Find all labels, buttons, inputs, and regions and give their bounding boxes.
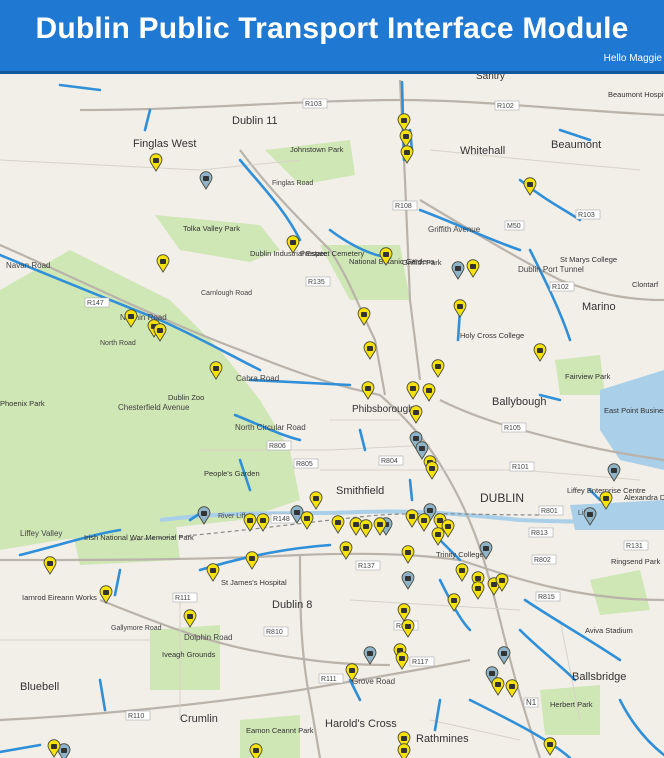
road-number-label: R805 <box>296 461 313 468</box>
road-name-label: North Circular Road <box>235 423 306 432</box>
header-bar: Dublin Public Transport Interface Module… <box>0 0 664 74</box>
district-label: Iveagh Grounds <box>162 650 216 659</box>
district-label: DUBLIN <box>480 491 524 505</box>
district-label: Bluebell <box>20 681 59 693</box>
road-name-label: Carnlough Road <box>201 290 252 297</box>
road-number-label: N1 <box>526 698 537 707</box>
road-number-label: R137 <box>358 563 375 570</box>
district-label: Holy Cross College <box>460 331 524 340</box>
road-number-label: R810 <box>266 629 283 636</box>
district-label: Aviva Stadium <box>585 626 633 635</box>
road-number-label: R806 <box>269 443 286 450</box>
district-label: Iarnrod Eireann Works <box>22 593 97 602</box>
road-number-label: R117 <box>412 659 428 666</box>
district-label: Ballybough <box>492 396 546 408</box>
road-name-label: Dublin Port Tunnel <box>518 265 584 274</box>
road-name-label: Grove Road <box>352 677 395 686</box>
district-label: Harold's Cross <box>325 718 397 730</box>
district-label: Beaumont Hospital <box>608 90 664 99</box>
road-number-label: R102 <box>497 103 514 110</box>
road-number-label: R111 <box>321 676 337 683</box>
district-label: Phoenix Park <box>0 399 45 408</box>
eamon-ceannt-park-area <box>240 715 300 758</box>
district-label: Beaumont <box>551 139 601 151</box>
district-label: St James's Hospital <box>221 578 287 587</box>
road-number-label: R135 <box>308 279 325 286</box>
road-number-label: R804 <box>381 458 398 465</box>
district-label: People's Garden <box>204 469 260 478</box>
road-number-label: R108 <box>395 203 412 210</box>
road-number-label: R103 <box>305 101 322 108</box>
district-label: Finglas West <box>133 138 196 150</box>
road-number-label: R102 <box>552 284 569 291</box>
user-greeting[interactable]: Hello Maggie <box>604 53 662 64</box>
road-number-label: R103 <box>578 212 595 219</box>
district-label: Herbert Park <box>550 700 593 709</box>
road-number-label: R802 <box>534 557 551 564</box>
page-title: Dublin Public Transport Interface Module <box>35 12 629 45</box>
district-label: Dublin 8 <box>272 599 312 611</box>
road-name-label: North Road <box>100 340 136 347</box>
district-label: Santry <box>476 74 505 82</box>
district-label: Johnstown Park <box>290 145 344 154</box>
road-number-label: R111 <box>175 595 191 602</box>
transport-map[interactable]: Santry Dublin 11 Finglas West Johnstown Par… <box>0 74 664 758</box>
road-number-label: R105 <box>504 425 521 432</box>
road-number-label: R101 <box>512 464 529 471</box>
road-number-label: R131 <box>626 543 643 550</box>
herbert-park-area <box>540 685 600 735</box>
district-label: Trinity College <box>436 550 484 559</box>
district-label: Marino <box>582 301 616 313</box>
road-name-label: Navan Road <box>6 261 50 270</box>
district-label: Whitehall <box>460 145 505 157</box>
district-label: East Point Business Park <box>604 406 664 415</box>
road-name-label: Chesterfield Avenue <box>118 403 190 412</box>
road-number-label: R147 <box>87 300 104 307</box>
district-label: Dublin Zoo <box>168 393 204 402</box>
road-number-label: R148 <box>273 516 290 523</box>
road-name-label: Gallymore Road <box>111 625 162 632</box>
road-number-label: R815 <box>538 594 555 601</box>
district-label: Alexandra Dock Storage Area <box>624 493 664 502</box>
district-label: Griffith Park <box>402 258 442 267</box>
road-number-label: R801 <box>541 508 558 515</box>
district-label: Ballsbridge <box>572 671 626 683</box>
district-label: Eamon Ceannt Park <box>246 726 314 735</box>
district-label: Phibsborough <box>352 404 414 415</box>
district-label: Crumlin <box>180 713 218 725</box>
road-number-label: M50 <box>507 223 521 230</box>
district-label: Irish National War Memorial Park <box>84 533 194 542</box>
district-label: Smithfield <box>336 485 384 497</box>
district-label: Clontarf <box>632 280 659 289</box>
district-label: Tolka Valley Park <box>183 224 240 233</box>
district-label: Dublin 11 <box>232 115 278 127</box>
district-label: Fairview Park <box>565 372 611 381</box>
road-number-label: R110 <box>128 713 144 720</box>
district-label: Ringsend Park <box>611 557 660 566</box>
road-name-label: Finglas Road <box>272 180 313 187</box>
road-name-label: Cabra Road <box>236 374 279 383</box>
district-label: Rathmines <box>416 733 469 745</box>
road-name-label: Dolphin Road <box>184 633 232 642</box>
road-number-label: R813 <box>531 530 548 537</box>
district-label: St Marys College <box>560 255 617 264</box>
road-name-label: Liffey Valley <box>20 529 62 538</box>
road-name-label: Griffith Avenue <box>428 225 481 234</box>
